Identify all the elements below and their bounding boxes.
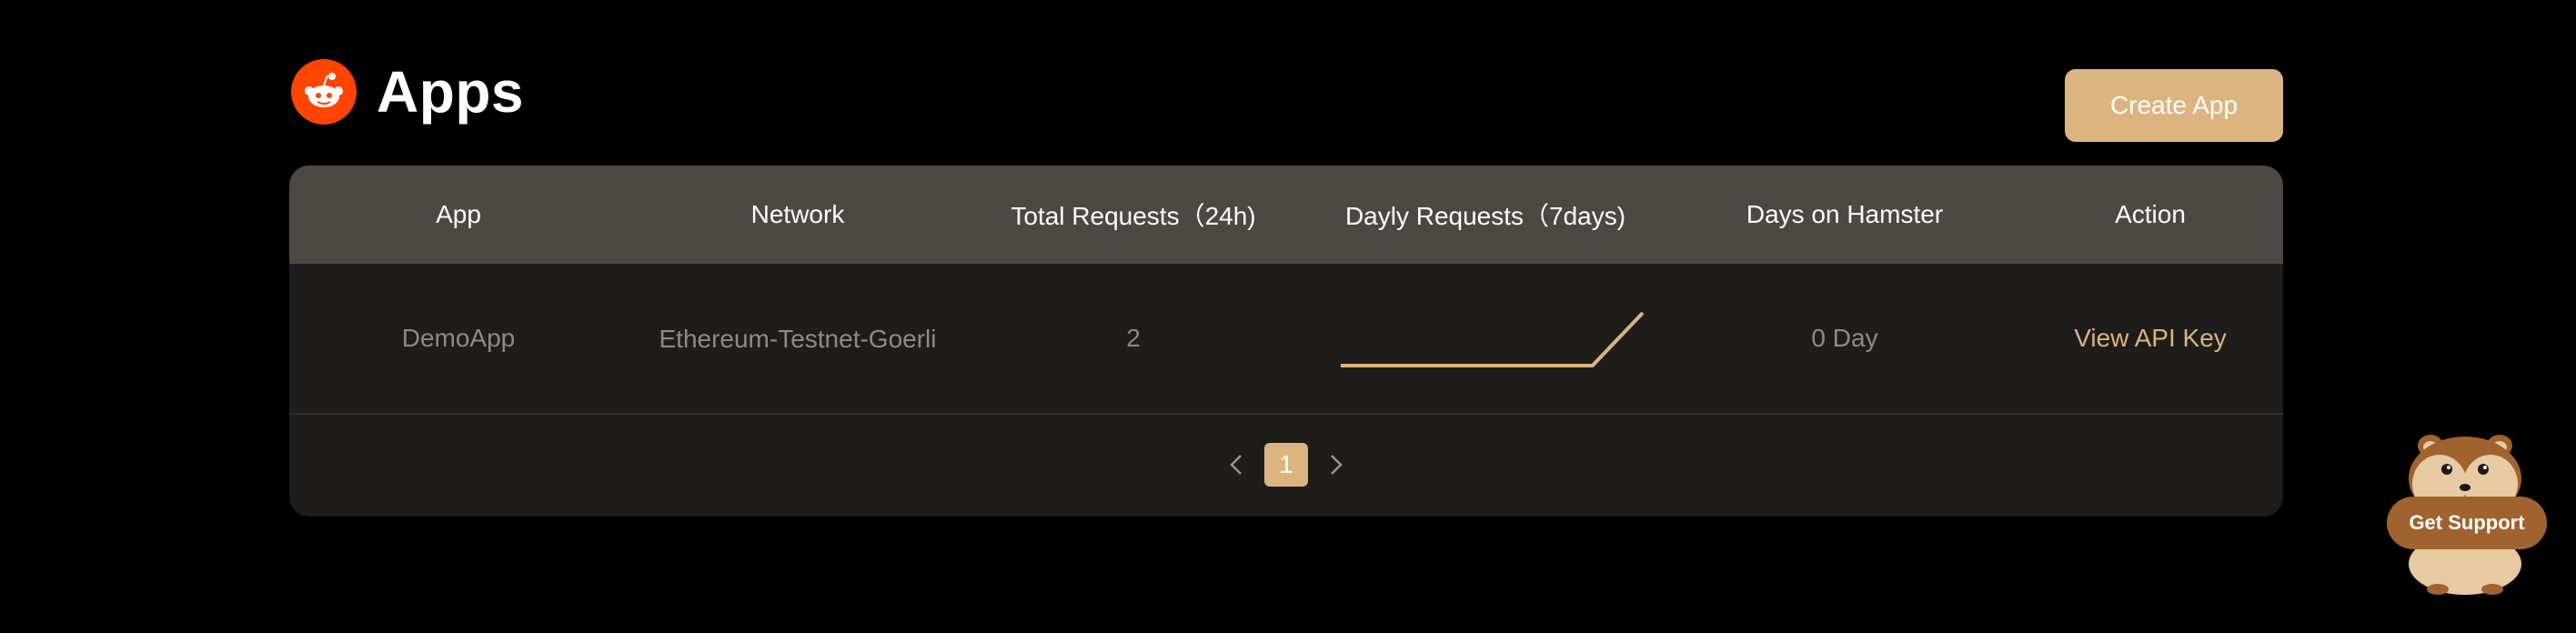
- chevron-right-icon[interactable]: [1321, 443, 1352, 487]
- app-name-cell: DemoApp: [401, 324, 516, 352]
- daily-requests-sparkline: [1341, 311, 1645, 367]
- network-cell: Ethereum-Testnet-Goerli: [628, 323, 968, 354]
- total-requests-cell: 2: [1126, 324, 1141, 352]
- days-on-hamster-cell: 0 Day: [1811, 324, 1878, 352]
- daily-requests-cell: [1299, 302, 1672, 375]
- column-header-total-requests: Total Requests（24h): [1011, 202, 1256, 230]
- table-row: DemoApp Ethereum-Testnet-Goerli 2 0 Day …: [289, 264, 2283, 415]
- page-header: Apps: [291, 58, 524, 126]
- page-button-1[interactable]: 1: [1264, 443, 1308, 487]
- pagination: 1: [289, 415, 2283, 515]
- action-cell: View API Key: [2018, 324, 2283, 353]
- apps-page: Apps Create App App Network Total Reques…: [0, 0, 2576, 633]
- apps-table: App Network Total Requests（24h) Dayly Re…: [289, 166, 2283, 517]
- column-header-action: Action: [2115, 200, 2186, 228]
- get-support-label: Get Support: [2387, 497, 2547, 549]
- page-title: Apps: [377, 59, 524, 125]
- table-header: App Network Total Requests（24h) Dayly Re…: [289, 166, 2283, 264]
- chevron-left-icon[interactable]: [1221, 443, 1252, 487]
- create-app-button[interactable]: Create App: [2065, 69, 2283, 142]
- column-header-network: Network: [750, 200, 845, 228]
- sparkline-series: [1341, 311, 1645, 367]
- column-header-days-on-hamster: Days on Hamster: [1746, 200, 1944, 228]
- get-support-widget[interactable]: Get Support: [2383, 427, 2547, 597]
- view-api-key-link[interactable]: View API Key: [2074, 324, 2227, 352]
- column-header-app: App: [436, 200, 481, 228]
- column-header-daily-requests: Dayly Requests（7days): [1344, 202, 1626, 230]
- network-value: Ethereum-Testnet-Goerli: [659, 324, 937, 353]
- reddit-logo-icon: [291, 59, 357, 125]
